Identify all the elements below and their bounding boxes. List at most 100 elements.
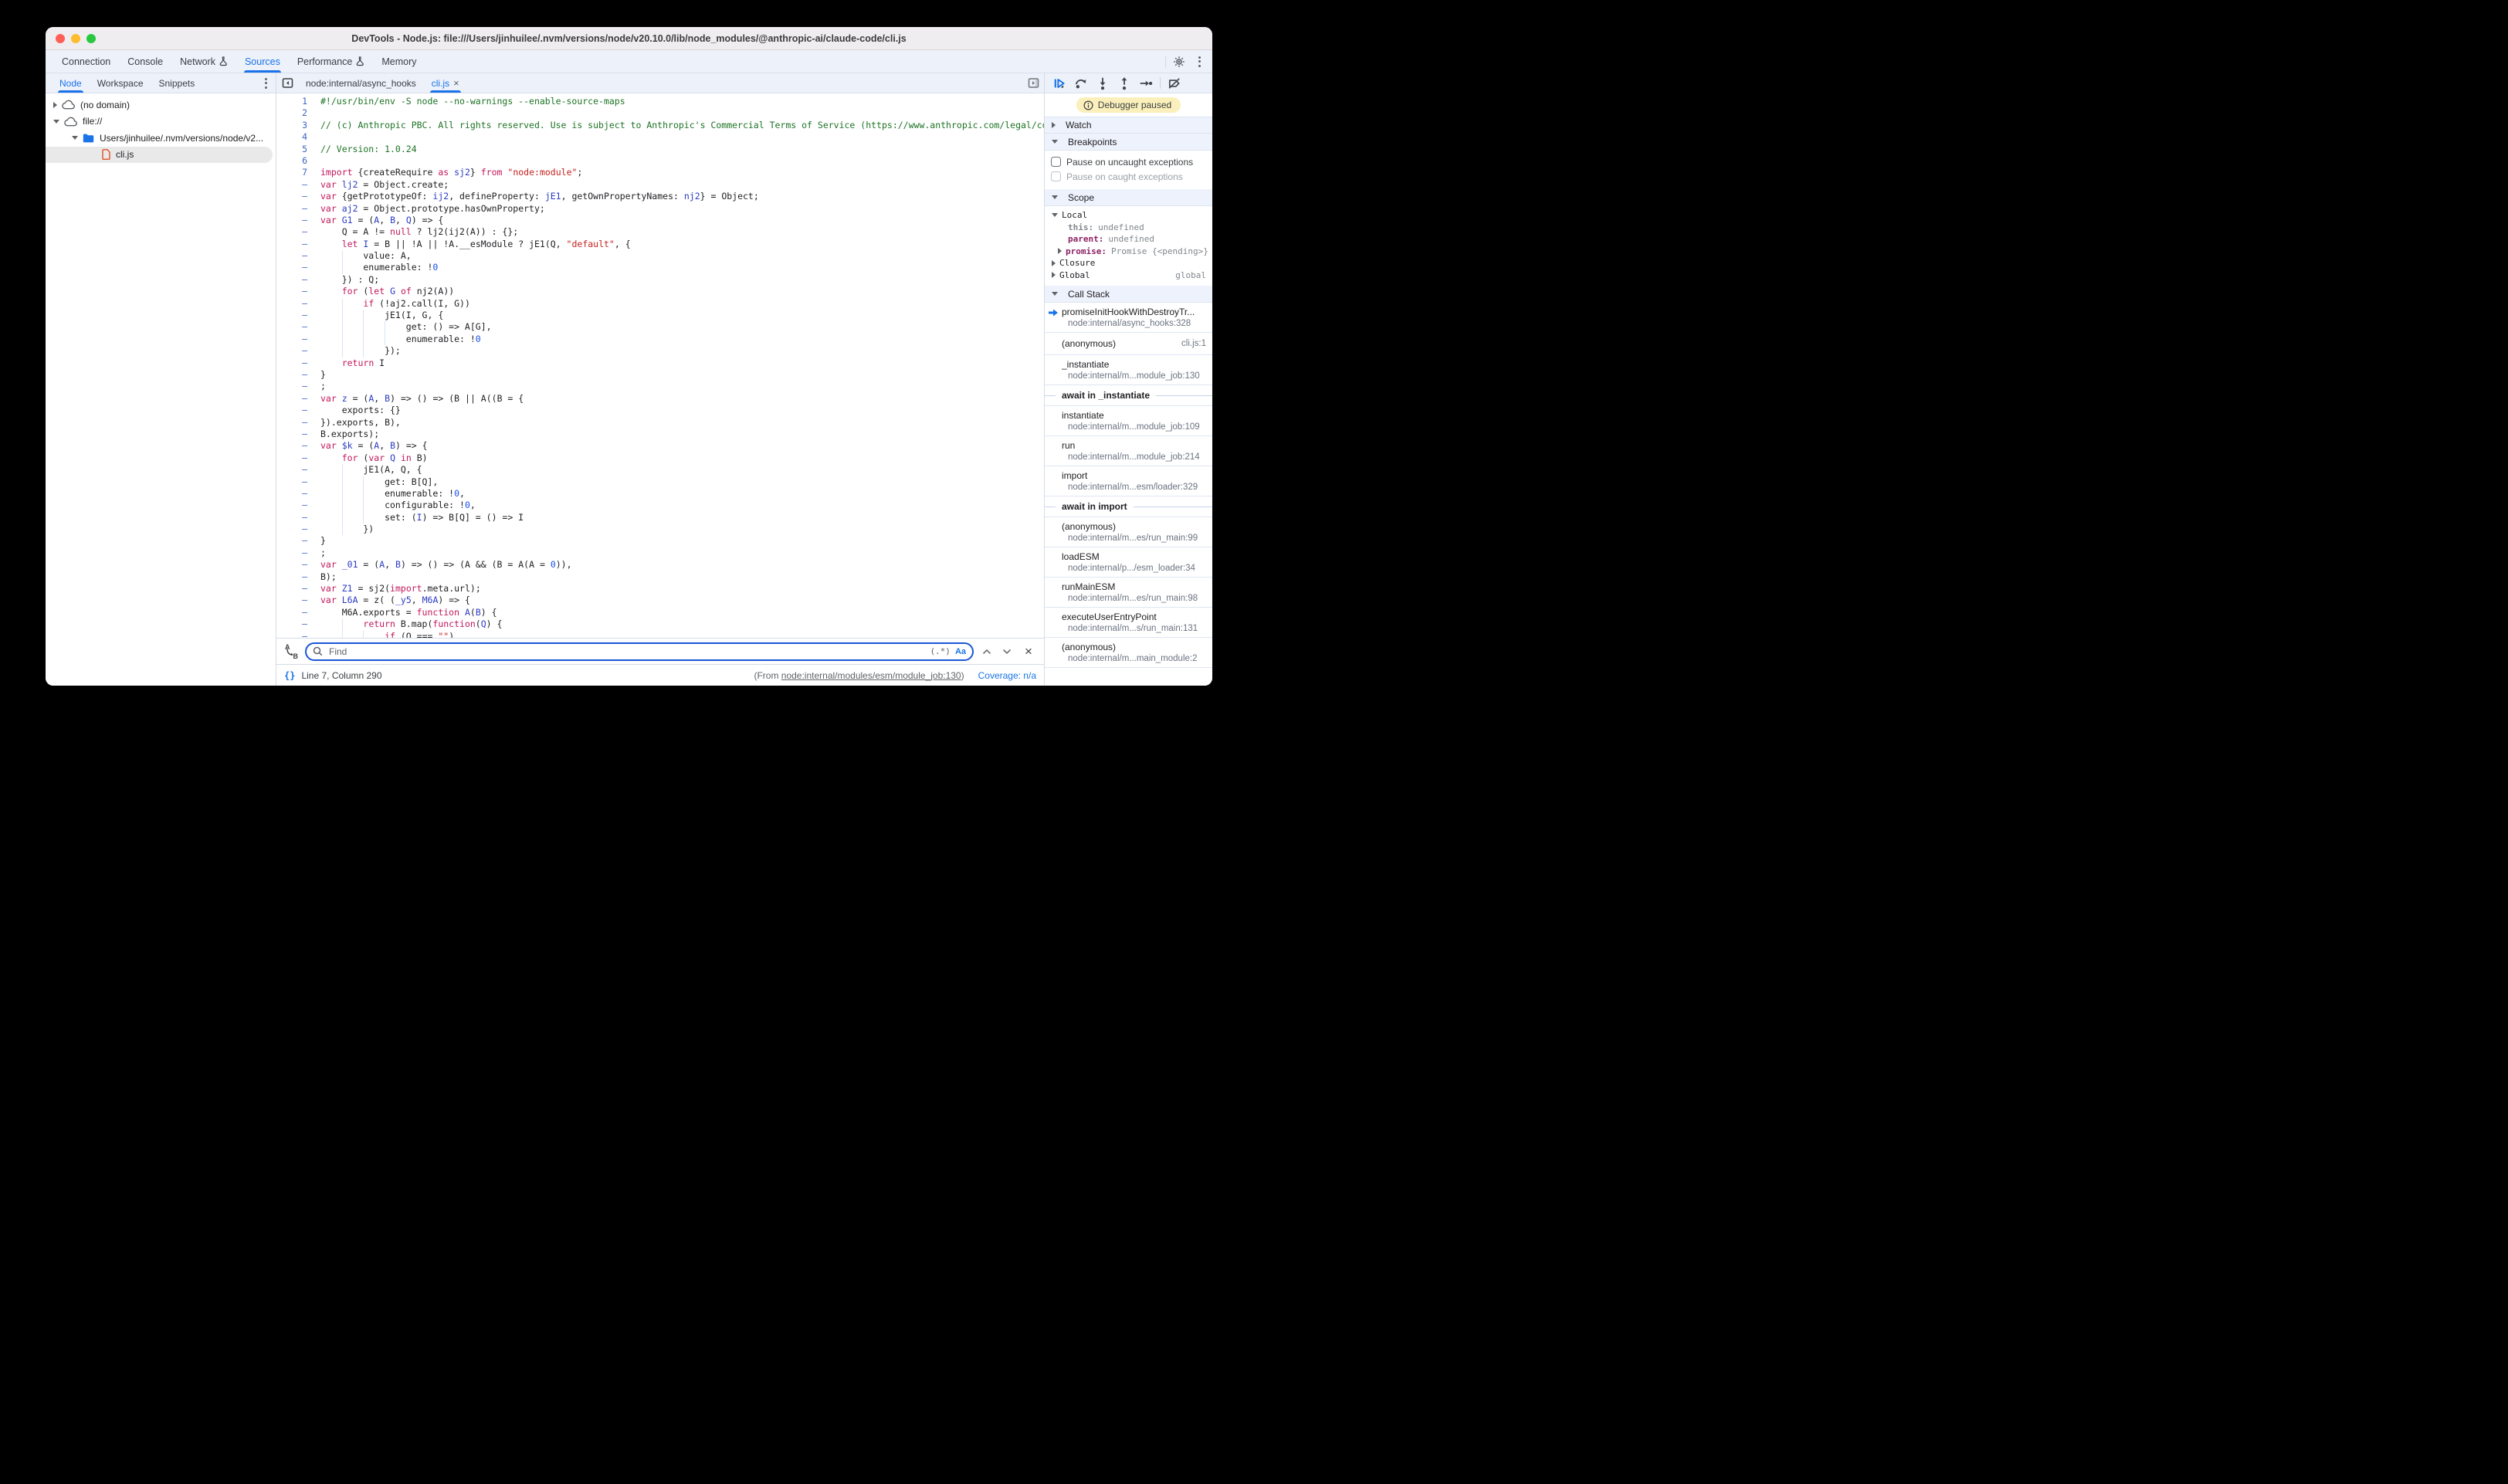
main-tab-sources[interactable]: Sources xyxy=(236,50,289,73)
regex-toggle-button[interactable]: (.*) xyxy=(930,646,951,656)
line-gutter[interactable]: – xyxy=(276,369,307,381)
replace-toggle-button[interactable]: A B xyxy=(283,644,299,659)
chevron-down-icon[interactable] xyxy=(1052,213,1058,217)
chevron-right-icon[interactable] xyxy=(1058,248,1062,254)
call-stack-frame[interactable]: importnode:internal/m...esm/loader:329 xyxy=(1045,466,1212,496)
editor-tab-cli-js[interactable]: cli.js× xyxy=(424,73,467,93)
tree-item-file-[interactable]: file:// xyxy=(46,114,276,130)
scope-group-global[interactable]: Globalglobal xyxy=(1045,269,1212,282)
close-find-bar-button[interactable]: × xyxy=(1020,644,1037,659)
line-gutter[interactable]: – xyxy=(276,345,307,357)
line-gutter[interactable]: – xyxy=(276,381,307,392)
call-stack-frame[interactable]: runnode:internal/m...module_job:214 xyxy=(1045,436,1212,466)
line-gutter[interactable]: – xyxy=(276,464,307,476)
pause-uncaught-row[interactable]: Pause on uncaught exceptions xyxy=(1051,154,1212,169)
scope-property-promise[interactable]: promise:Promise {<pending>} xyxy=(1045,246,1212,258)
line-gutter[interactable]: – xyxy=(276,321,307,333)
line-gutter[interactable]: – xyxy=(276,429,307,440)
line-gutter[interactable]: 2 xyxy=(276,107,307,119)
tree-item-users-jinhuilee-nvm-versions-node-v2-[interactable]: Users/jinhuilee/.nvm/versions/node/v2... xyxy=(46,130,276,147)
call-stack-frame[interactable]: (anonymous)cli.js:1 xyxy=(1045,333,1212,355)
chevron-right-icon[interactable] xyxy=(1052,260,1056,266)
line-gutter[interactable]: – xyxy=(276,571,307,583)
call-stack-frame[interactable]: instantiatenode:internal/m...module_job:… xyxy=(1045,406,1212,436)
source-origin-link[interactable]: node:internal/modules/esm/module_job:130 xyxy=(781,670,961,681)
find-previous-button[interactable] xyxy=(980,649,994,655)
line-gutter[interactable]: – xyxy=(276,500,307,511)
scope-property-this[interactable]: this:undefined xyxy=(1045,222,1212,234)
navigator-tab-workspace[interactable]: Workspace xyxy=(90,73,151,93)
step-over-button[interactable] xyxy=(1071,75,1091,92)
zoom-window-button[interactable] xyxy=(86,34,96,43)
call-stack-frame[interactable]: promiseInitHookWithDestroyTr...node:inte… xyxy=(1045,303,1212,333)
checkbox-icon[interactable] xyxy=(1051,171,1061,181)
call-stack-frame[interactable]: runMainESMnode:internal/m...es/run_main:… xyxy=(1045,578,1212,608)
navigator-more-button[interactable] xyxy=(256,73,276,93)
line-gutter[interactable]: – xyxy=(276,452,307,464)
line-gutter[interactable]: – xyxy=(276,523,307,535)
minimize-window-button[interactable] xyxy=(71,34,80,43)
line-gutter[interactable]: – xyxy=(276,618,307,630)
line-gutter[interactable]: – xyxy=(276,512,307,523)
find-next-button[interactable] xyxy=(1000,649,1014,655)
line-gutter[interactable]: – xyxy=(276,203,307,215)
call-stack-frame[interactable]: _instantiatenode:internal/m...module_job… xyxy=(1045,355,1212,385)
main-tab-performance[interactable]: Performance xyxy=(289,50,374,73)
line-gutter[interactable]: – xyxy=(276,607,307,618)
line-gutter[interactable]: – xyxy=(276,357,307,369)
line-gutter[interactable]: – xyxy=(276,298,307,310)
watch-section-header[interactable]: Watch xyxy=(1045,117,1212,134)
line-gutter[interactable]: – xyxy=(276,226,307,238)
line-gutter[interactable]: – xyxy=(276,488,307,500)
line-gutter[interactable]: – xyxy=(276,334,307,345)
chevron-down-icon[interactable] xyxy=(53,120,59,124)
settings-button[interactable] xyxy=(1169,50,1189,73)
deactivate-breakpoints-button[interactable] xyxy=(1164,75,1185,92)
coverage-status[interactable]: Coverage: n/a xyxy=(978,670,1036,681)
match-case-toggle-button[interactable]: Aa xyxy=(955,647,966,656)
scope-group-closure[interactable]: Closure xyxy=(1045,257,1212,269)
main-tab-network[interactable]: Network xyxy=(171,50,236,73)
call-stack-frame[interactable]: (anonymous)node:internal/m...es/run_main… xyxy=(1045,517,1212,547)
line-gutter[interactable]: – xyxy=(276,286,307,297)
line-gutter[interactable]: 5 xyxy=(276,144,307,155)
code-viewer[interactable]: 1#!/usr/bin/env -S node --no-warnings --… xyxy=(276,93,1044,638)
chevron-down-icon[interactable] xyxy=(72,136,78,140)
main-tab-console[interactable]: Console xyxy=(119,50,171,73)
line-gutter[interactable]: – xyxy=(276,179,307,191)
main-tab-memory[interactable]: Memory xyxy=(373,50,425,73)
line-gutter[interactable]: 7 xyxy=(276,167,307,178)
chevron-right-icon[interactable] xyxy=(1052,272,1056,278)
show-right-drawer-button[interactable] xyxy=(1022,73,1044,93)
checkbox-icon[interactable] xyxy=(1051,157,1061,167)
tree-item-cli-js[interactable]: cli.js xyxy=(46,147,273,164)
line-gutter[interactable]: – xyxy=(276,631,307,638)
scope-group-local[interactable]: Local xyxy=(1045,209,1212,222)
line-gutter[interactable]: 1 xyxy=(276,96,307,107)
line-gutter[interactable]: – xyxy=(276,250,307,262)
step-into-button[interactable] xyxy=(1093,75,1113,92)
scope-property-parent[interactable]: parent:undefined xyxy=(1045,233,1212,246)
line-gutter[interactable]: 3 xyxy=(276,120,307,131)
line-gutter[interactable]: – xyxy=(276,262,307,273)
navigator-tab-snippets[interactable]: Snippets xyxy=(151,73,203,93)
pretty-print-icon[interactable]: {} xyxy=(284,670,295,681)
scope-section-header[interactable]: Scope xyxy=(1045,189,1212,206)
navigator-tab-node[interactable]: Node xyxy=(52,73,90,93)
call-stack-frame[interactable]: loadESMnode:internal/p.../esm_loader:34 xyxy=(1045,547,1212,578)
tree-item--no-domain-[interactable]: (no domain) xyxy=(46,97,276,114)
line-gutter[interactable]: – xyxy=(276,274,307,286)
chevron-right-icon[interactable] xyxy=(53,102,57,108)
breakpoints-section-header[interactable]: Breakpoints xyxy=(1045,134,1212,151)
resume-button[interactable] xyxy=(1049,75,1069,92)
line-gutter[interactable]: 6 xyxy=(276,155,307,167)
line-gutter[interactable]: – xyxy=(276,440,307,452)
line-gutter[interactable]: – xyxy=(276,310,307,321)
line-gutter[interactable]: – xyxy=(276,417,307,429)
pause-caught-row[interactable]: Pause on caught exceptions xyxy=(1051,169,1212,184)
line-gutter[interactable]: 4 xyxy=(276,131,307,143)
more-options-button[interactable] xyxy=(1189,50,1209,73)
line-gutter[interactable]: – xyxy=(276,405,307,416)
find-input[interactable] xyxy=(327,645,925,658)
line-gutter[interactable]: – xyxy=(276,583,307,595)
